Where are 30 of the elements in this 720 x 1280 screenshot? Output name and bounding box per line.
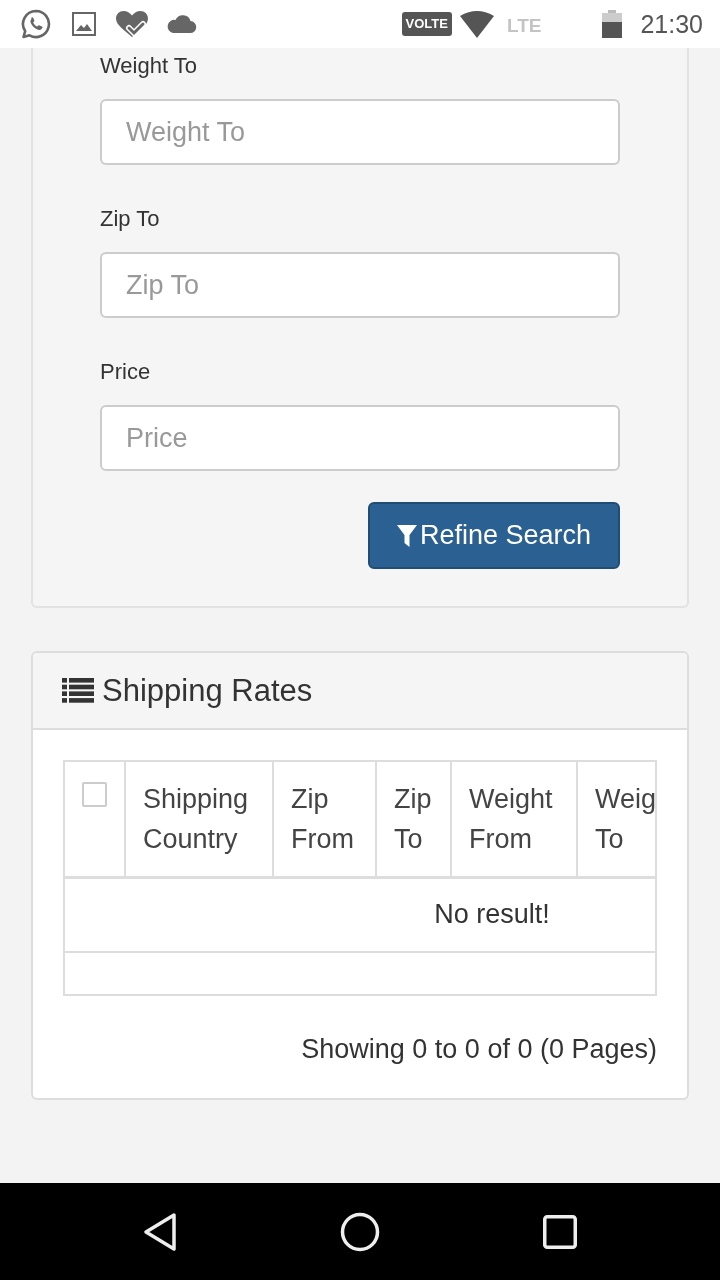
input-field[interactable]: Weight To <box>100 99 620 165</box>
clock-time: 21:30 <box>640 9 703 39</box>
list-icon <box>62 678 94 703</box>
wifi-signal-icon <box>459 10 494 38</box>
input-field[interactable]: Zip To <box>100 252 620 318</box>
input-field[interactable]: Price <box>100 405 620 471</box>
network-type: LTE <box>506 16 542 36</box>
field-label: Zip To <box>100 205 160 233</box>
field-label: Weight To <box>100 52 198 80</box>
column-header: Weig To <box>577 762 655 878</box>
home-icon[interactable] <box>340 1211 380 1252</box>
field-label: Price <box>100 358 151 386</box>
battery-icon <box>602 10 623 38</box>
back-icon[interactable] <box>142 1211 178 1252</box>
pagination-summary: Showing 0 to 0 of 0 (0 Pages) <box>301 1032 657 1065</box>
chat-bubble-phone-icon <box>20 8 52 40</box>
recents-icon[interactable] <box>543 1214 577 1249</box>
column-header: Zip To <box>376 762 451 878</box>
filter-icon <box>396 524 417 547</box>
select-all-checkbox[interactable] <box>82 782 107 807</box>
cloud-icon <box>165 14 197 34</box>
refine-search-button[interactable]: Refine Search <box>368 502 620 569</box>
empty-message: No result! <box>65 877 655 952</box>
network-badge: VOLTE <box>401 12 452 36</box>
column-header: Weight From <box>451 762 577 878</box>
heart-check-icon <box>114 9 150 39</box>
column-header: Zip From <box>273 762 376 878</box>
column-header: Shipping Country <box>125 762 273 878</box>
image-icon <box>72 12 96 36</box>
panel-title: Shipping Rates <box>102 671 313 710</box>
